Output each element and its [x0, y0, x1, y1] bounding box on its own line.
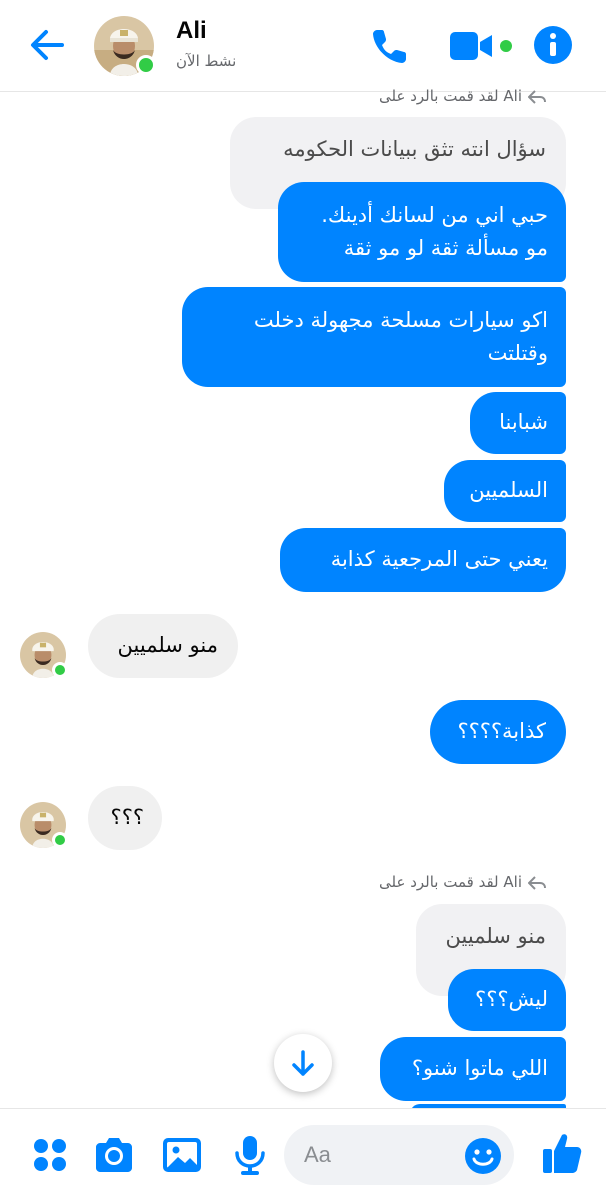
message-line: وقتلتت [487, 341, 548, 365]
thumbs-up-icon [543, 1134, 582, 1173]
message-text: كذابة؟؟؟؟ [457, 719, 546, 743]
message-text: ؟؟؟ [110, 805, 144, 829]
voice-call-button[interactable] [368, 24, 412, 68]
conversation-header: Ali نشط الآن [0, 0, 606, 92]
contact-name[interactable]: Ali [176, 17, 207, 45]
back-button[interactable] [26, 24, 68, 66]
quoted-message-text: سؤال انته تثق ببيانات الحكومه [283, 137, 546, 161]
message-line: مو مسألة ثقة لو مو ثقة [343, 236, 548, 260]
sent-message[interactable]: ليش؟؟؟ [448, 969, 566, 1031]
message-line: حبي اني من لسانك أدينك. [321, 203, 548, 227]
like-button[interactable] [540, 1129, 584, 1173]
sent-message[interactable]: يعني حتى المرجعية كذابة [280, 528, 566, 592]
message-text: السلميين [469, 478, 548, 502]
quoted-message-text: منو سلميين [445, 924, 546, 948]
message-text: منو سلميين [117, 633, 218, 657]
message-text: ليش؟؟؟ [475, 987, 548, 1011]
sent-message[interactable]: السلميين [444, 460, 566, 522]
sent-message[interactable]: حبي اني من لسانك أدينك. مو مسألة ثقة لو … [278, 182, 566, 282]
phone-icon [373, 30, 406, 63]
more-actions-button[interactable] [28, 1133, 72, 1177]
smiley-icon [465, 1138, 501, 1174]
reply-arrow-icon [527, 875, 546, 890]
arrow-down-icon [292, 1050, 314, 1076]
message-text: اللي ماتوا شنو؟ [411, 1056, 548, 1080]
conversation-info-button[interactable] [532, 24, 574, 66]
reply-note: Ali لقد قمت بالرد على [379, 873, 546, 891]
four-dots-icon [34, 1139, 66, 1171]
microphone-icon [235, 1136, 265, 1175]
message-input[interactable] [304, 1139, 464, 1171]
video-camera-icon [450, 32, 512, 60]
camera-icon [96, 1138, 132, 1172]
sent-message[interactable]: كذابة؟؟؟؟ [430, 700, 566, 764]
received-message[interactable]: ؟؟؟ [88, 786, 162, 850]
sent-message[interactable]: اكو سيارات مسلحة مجهولة دخلت وقتلتت [182, 287, 566, 387]
composer-bar [0, 1108, 606, 1200]
scroll-to-bottom-button[interactable] [274, 1034, 332, 1092]
reply-note: Ali لقد قمت بالرد على [379, 87, 546, 105]
sent-message[interactable]: شبابنا [470, 392, 566, 454]
video-call-button[interactable] [448, 26, 518, 66]
contact-status: نشط الآن [176, 52, 237, 70]
message-text: يعني حتى المرجعية كذابة [330, 547, 548, 571]
emoji-button[interactable] [464, 1137, 502, 1175]
info-icon [534, 26, 572, 64]
arrow-left-icon [31, 30, 64, 60]
message-text: شبابنا [499, 410, 548, 434]
camera-button[interactable] [92, 1133, 136, 1177]
message-line: اكو سيارات مسلحة مجهولة دخلت [253, 308, 548, 332]
received-message[interactable]: منو سلميين [88, 614, 238, 678]
image-icon [163, 1138, 201, 1172]
online-indicator [52, 832, 68, 848]
gallery-button[interactable] [160, 1133, 204, 1177]
voice-message-button[interactable] [228, 1133, 272, 1177]
online-indicator [136, 55, 156, 75]
online-indicator [52, 662, 68, 678]
reply-arrow-icon [527, 89, 546, 104]
sent-message[interactable]: اللي ماتوا شنو؟ [380, 1037, 566, 1101]
